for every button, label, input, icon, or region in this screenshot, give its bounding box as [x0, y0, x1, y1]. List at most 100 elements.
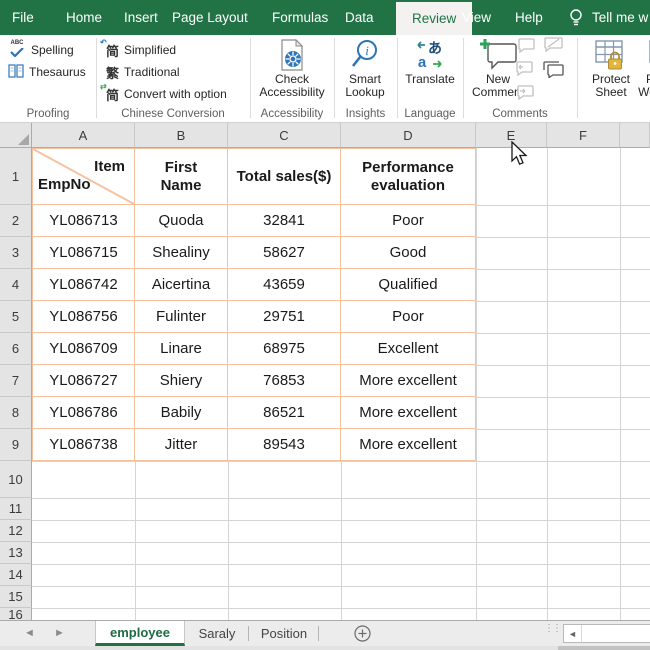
- cell-empno[interactable]: YL086742: [32, 269, 135, 301]
- translate-button[interactable]: あ a Translate: [400, 37, 460, 107]
- cell-eval[interactable]: More excellent: [341, 429, 476, 461]
- sheet-tab-separator: [248, 626, 249, 641]
- row-header-4[interactable]: 4: [0, 269, 32, 301]
- row-header-10[interactable]: 10: [0, 461, 32, 498]
- cell-eval[interactable]: More excellent: [341, 365, 476, 397]
- cell-eval[interactable]: Qualified: [341, 269, 476, 301]
- cell-name[interactable]: Babily: [135, 397, 228, 429]
- sheet-tab-bar: ◄ ► employee Saraly Position ⋮⋮ ◄: [0, 620, 650, 646]
- protect-workbook-button[interactable]: Protect Workbook: [630, 37, 650, 107]
- cell-sales[interactable]: 68975: [228, 333, 341, 365]
- cell-empno[interactable]: YL086738: [32, 429, 135, 461]
- tell-me-box[interactable]: Tell me w: [592, 0, 648, 35]
- tab-view[interactable]: View: [462, 0, 491, 35]
- header-evaluation[interactable]: Performance evaluation: [341, 148, 476, 205]
- cell-name[interactable]: Fulinter: [135, 301, 228, 333]
- cell-name[interactable]: Aicertina: [135, 269, 228, 301]
- tab-formulas[interactable]: Formulas: [272, 0, 328, 35]
- select-all-button[interactable]: [0, 123, 32, 148]
- cell-name[interactable]: Linare: [135, 333, 228, 365]
- row-header-6[interactable]: 6: [0, 333, 32, 365]
- row-header-1[interactable]: 1: [0, 148, 32, 205]
- cell-empno[interactable]: YL086713: [32, 205, 135, 237]
- column-header-c[interactable]: C: [228, 123, 341, 148]
- previous-comment-icon[interactable]: [514, 60, 534, 81]
- spelling-label: Spelling: [31, 43, 74, 57]
- sheet-nav-left-icon[interactable]: ◄: [24, 627, 35, 639]
- show-all-comments-icon[interactable]: [541, 60, 565, 83]
- cell-empno[interactable]: YL086715: [32, 237, 135, 269]
- smart-lookup-button[interactable]: i Smart Lookup: [336, 37, 394, 107]
- convert-with-option-button[interactable]: ⇄简 Convert with option: [106, 84, 227, 104]
- horizontal-scrollbar[interactable]: ◄: [563, 624, 650, 643]
- cell-sales[interactable]: 86521: [228, 397, 341, 429]
- header-total-sales[interactable]: Total sales($): [228, 148, 341, 205]
- header-first-name[interactable]: First Name: [135, 148, 228, 205]
- check-accessibility-button[interactable]: Check Accessibility: [254, 37, 330, 107]
- column-header-f[interactable]: F: [547, 123, 620, 148]
- sheet-nav-right-icon[interactable]: ►: [54, 627, 65, 639]
- cell-sales[interactable]: 43659: [228, 269, 341, 301]
- corner-label-empno: EmpNo: [38, 176, 91, 194]
- cell-eval[interactable]: Excellent: [341, 333, 476, 365]
- gridline: [32, 564, 650, 565]
- worksheet-grid: A B C D E F 1 2 3 4 5 6 7 8 9 10 11 12 1…: [0, 123, 650, 620]
- show-hide-comment-icon[interactable]: [515, 84, 535, 105]
- cell-empno[interactable]: YL086756: [32, 301, 135, 333]
- cell-sales[interactable]: 76853: [228, 365, 341, 397]
- traditional-button[interactable]: 繁 Traditional: [106, 62, 180, 82]
- sheet-tab-saraly[interactable]: Saraly: [186, 621, 248, 646]
- thesaurus-icon: [8, 64, 24, 81]
- column-header-d[interactable]: D: [341, 123, 476, 148]
- row-header-13[interactable]: 13: [0, 542, 32, 564]
- cell-sales[interactable]: 58627: [228, 237, 341, 269]
- tab-help[interactable]: Help: [515, 0, 543, 35]
- column-header-a[interactable]: A: [32, 123, 135, 148]
- cell-eval[interactable]: Poor: [341, 301, 476, 333]
- cell-eval[interactable]: Poor: [341, 205, 476, 237]
- row-header-12[interactable]: 12: [0, 520, 32, 542]
- cell-eval[interactable]: Good: [341, 237, 476, 269]
- cell-name[interactable]: Jitter: [135, 429, 228, 461]
- tab-file[interactable]: File: [12, 0, 34, 35]
- row-header-15[interactable]: 15: [0, 586, 32, 608]
- cell-eval[interactable]: More excellent: [341, 397, 476, 429]
- row-header-14[interactable]: 14: [0, 564, 32, 586]
- cell-sales[interactable]: 89543: [228, 429, 341, 461]
- cell-name[interactable]: Shealiny: [135, 237, 228, 269]
- new-sheet-button[interactable]: [354, 625, 371, 647]
- row-header-3[interactable]: 3: [0, 237, 32, 269]
- cell-a1-diagonal-header[interactable]: Item EmpNo: [32, 148, 135, 205]
- delete-comment-icon[interactable]: [516, 37, 536, 58]
- edit-comment-icon[interactable]: [542, 36, 564, 57]
- tab-data[interactable]: Data: [345, 0, 374, 35]
- row-header-9[interactable]: 9: [0, 429, 32, 461]
- simplified-button[interactable]: ↶简 Simplified: [106, 40, 176, 60]
- row-header-8[interactable]: 8: [0, 397, 32, 429]
- cell-sales[interactable]: 29751: [228, 301, 341, 333]
- column-header-partial[interactable]: [620, 123, 650, 148]
- row-header-7[interactable]: 7: [0, 365, 32, 397]
- spelling-button[interactable]: ABC Spelling: [8, 40, 74, 60]
- row-header-11[interactable]: 11: [0, 498, 32, 520]
- row-header-5[interactable]: 5: [0, 301, 32, 333]
- tab-review[interactable]: Review: [396, 2, 472, 35]
- thesaurus-button[interactable]: Thesaurus: [8, 62, 86, 82]
- scroll-left-icon[interactable]: ◄: [564, 625, 582, 642]
- cell-sales[interactable]: 32841: [228, 205, 341, 237]
- tab-page-layout[interactable]: Page Layout: [172, 0, 248, 35]
- cell-empno[interactable]: YL086709: [32, 333, 135, 365]
- tab-insert[interactable]: Insert: [124, 0, 158, 35]
- translate-kana-glyph: あ: [428, 40, 442, 56]
- tab-home[interactable]: Home: [66, 0, 102, 35]
- column-header-b[interactable]: B: [135, 123, 228, 148]
- tab-bar-resize-handle[interactable]: ⋮⋮: [544, 626, 554, 631]
- sheet-tab-employee[interactable]: employee: [95, 621, 185, 646]
- sheet-tab-position[interactable]: Position: [250, 621, 318, 646]
- cell-empno[interactable]: YL086786: [32, 397, 135, 429]
- cell-name[interactable]: Shiery: [135, 365, 228, 397]
- cell-empno[interactable]: YL086727: [32, 365, 135, 397]
- row-header-16[interactable]: 16: [0, 608, 32, 620]
- row-header-2[interactable]: 2: [0, 205, 32, 237]
- cell-name[interactable]: Quoda: [135, 205, 228, 237]
